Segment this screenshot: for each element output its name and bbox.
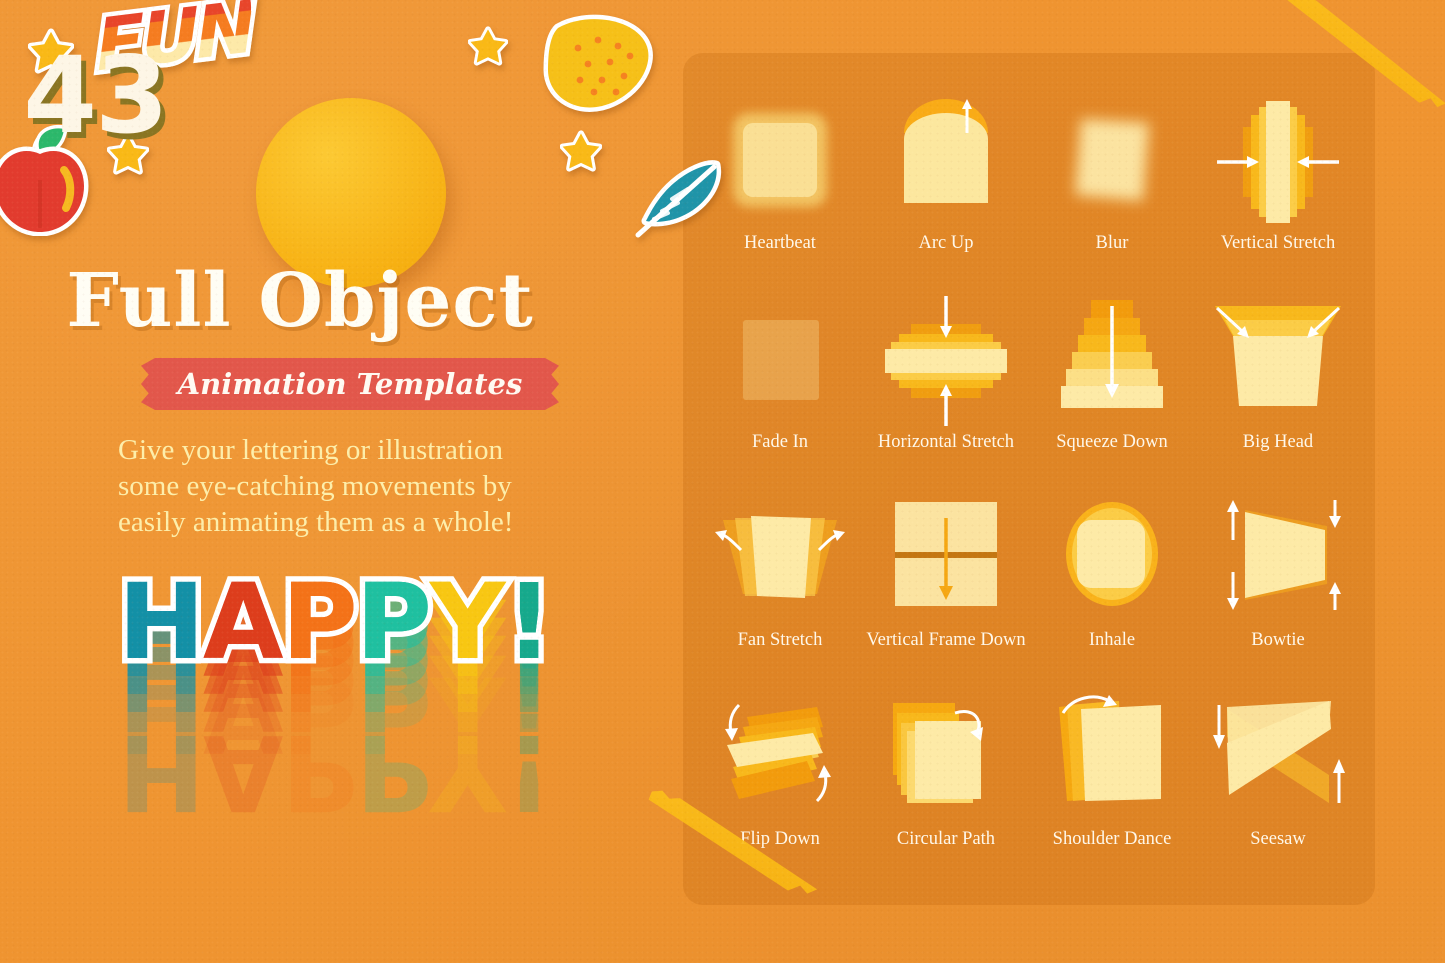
shoulder-dance-tilt-arrow-icon — [1037, 683, 1187, 833]
seesaw-crossed-bands-icon — [1203, 683, 1353, 833]
vertical-frame-down-split-arrow-icon — [871, 484, 1021, 634]
template-item-bowtie[interactable]: Bowtie — [1195, 484, 1361, 683]
vertical-stretch-inward-arrows-icon — [1203, 87, 1353, 237]
template-item-horizontal-stretch[interactable]: Horizontal Stretch — [863, 286, 1029, 485]
description-text: Give your lettering or illustration some… — [118, 432, 598, 540]
heartbeat-glow-square-icon — [705, 87, 855, 237]
happy-letter: H — [118, 561, 205, 683]
star-icon — [467, 26, 509, 66]
blur-skewed-square-icon — [1037, 87, 1187, 237]
template-grid: Heartbeat Arc Up Blur Vertical Stretch F… — [683, 53, 1375, 905]
happy-letter: H — [118, 711, 204, 833]
happy-fill: H A P P Y! — [118, 570, 588, 674]
ribbon-label: Animation Templates — [177, 367, 523, 401]
ribbon-notch-left — [141, 358, 155, 410]
happy-letter: P — [281, 711, 356, 833]
circular-path-offset-stack-icon — [871, 683, 1021, 833]
happy-lettering: H A P P Y! H A P P Y! H A P P Y! H A P P Y! H A P P Y! HAPPY… — [112, 565, 588, 950]
star-icon — [559, 130, 603, 172]
template-item-flip-down[interactable]: Flip Down — [697, 683, 863, 882]
template-item-circular-path[interactable]: Circular Path — [863, 683, 1029, 882]
happy-letter: ! — [505, 561, 552, 683]
template-item-vertical-frame-down[interactable]: Vertical Frame Down — [863, 484, 1029, 683]
horizontal-stretch-vertical-arrows-icon — [871, 286, 1021, 436]
ribbon-notch-right — [545, 358, 559, 410]
happy-letter: P — [281, 561, 358, 683]
flip-down-card-stack-icon — [705, 683, 855, 833]
poster-canvas: FUN FUN — [0, 0, 1445, 963]
happy-letter: ! — [505, 711, 551, 833]
arc-up-dome-arrow-icon — [871, 87, 1021, 237]
happy-letter: Y — [430, 561, 505, 683]
template-item-inhale[interactable]: Inhale — [1029, 484, 1195, 683]
happy-letter: P — [355, 561, 432, 683]
count-badge-value: 43 — [23, 33, 169, 157]
template-item-fade-in[interactable]: Fade In — [697, 286, 863, 485]
fan-stretch-curved-arrows-icon — [705, 484, 855, 634]
lemon-icon — [542, 14, 657, 114]
inhale-rounded-blob-icon — [1037, 484, 1187, 634]
happy-reflection: H A P P Y! — [118, 711, 588, 833]
description-line-2: some eye-catching movements by — [118, 470, 512, 502]
happy-letter: P — [355, 711, 431, 833]
template-item-arc-up[interactable]: Arc Up — [863, 87, 1029, 286]
description-line-3: easily animating them as a whole! — [118, 506, 514, 538]
template-item-shoulder-dance[interactable]: Shoulder Dance — [1029, 683, 1195, 882]
big-head-trapezoid-arrows-icon — [1203, 286, 1353, 436]
squeeze-down-stack-arrow-icon — [1037, 286, 1187, 436]
template-item-seesaw[interactable]: Seesaw — [1195, 683, 1361, 882]
feather-icon — [628, 155, 724, 247]
happy-letter: A — [203, 561, 283, 683]
happy-letter: Y — [430, 711, 504, 833]
template-item-fan-stretch[interactable]: Fan Stretch — [697, 484, 863, 683]
template-item-big-head[interactable]: Big Head — [1195, 286, 1361, 485]
bowtie-updown-arrows-icon — [1203, 484, 1353, 634]
page-title: Full Object — [66, 258, 534, 344]
fade-in-faint-square-icon — [705, 286, 855, 436]
happy-letter: A — [203, 711, 282, 833]
description-line-1: Give your lettering or illustration — [118, 434, 503, 466]
template-item-squeeze-down[interactable]: Squeeze Down — [1029, 286, 1195, 485]
template-item-vertical-stretch[interactable]: Vertical Stretch — [1195, 87, 1361, 286]
template-item-blur[interactable]: Blur — [1029, 87, 1195, 286]
